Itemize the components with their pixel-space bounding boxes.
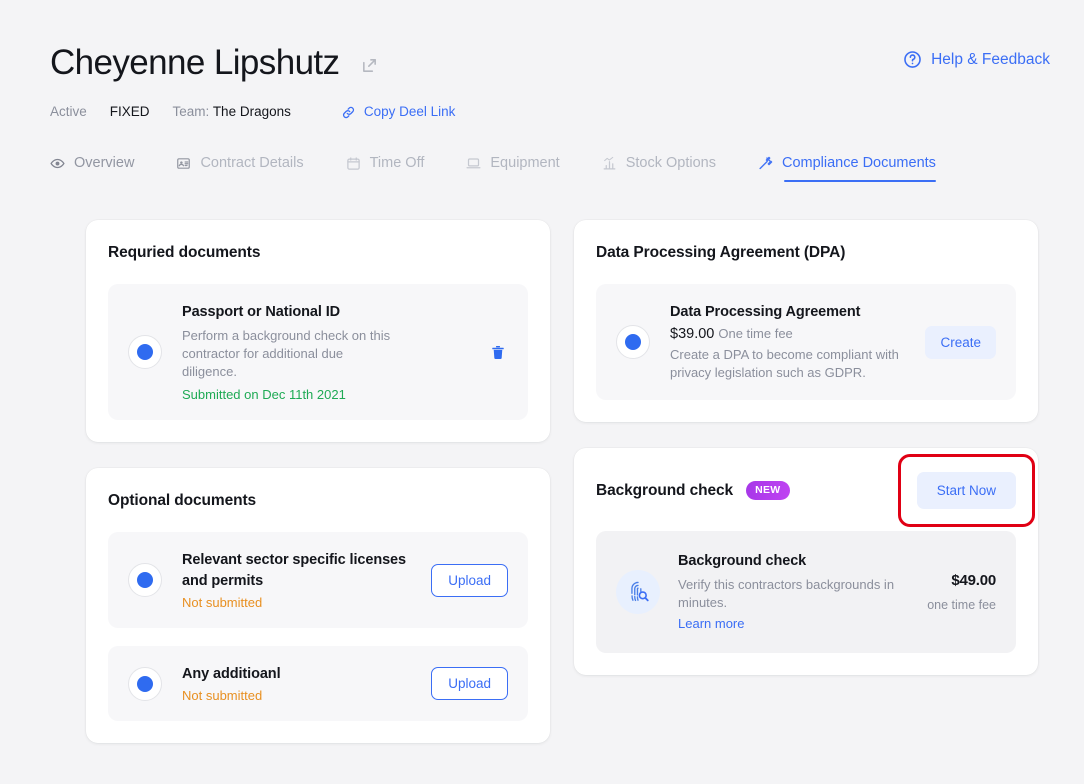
tab-equipment[interactable]: Equipment — [466, 155, 560, 182]
compliance-documents-page: Cheyenne Lipshutz Help & Feedback Active… — [0, 0, 1084, 784]
laptop-icon — [466, 156, 481, 171]
tab-stock-options-label: Stock Options — [625, 155, 716, 171]
contract-meta-row: Active FIXED Team: The Dragons Copy Deel… — [50, 104, 1050, 120]
background-check-header: Background check NEW Start Now — [596, 454, 1035, 527]
list-item: Any additioanl Not submitted Upload — [108, 646, 528, 721]
copy-deel-link-label: Copy Deel Link — [363, 104, 456, 119]
document-body: Relevant sector specific licenses and pe… — [182, 550, 411, 610]
copy-deel-link-button[interactable]: Copy Deel Link — [341, 104, 456, 120]
tab-stock-options[interactable]: Stock Options — [602, 155, 716, 182]
right-column: Data Processing Agreement (DPA) Data Pro… — [574, 220, 1038, 743]
new-badge: NEW — [746, 481, 790, 500]
dpa-card: Data Processing Agreement (DPA) Data Pro… — [574, 220, 1038, 422]
background-check-item-name: Background check — [678, 553, 807, 569]
calendar-icon — [346, 156, 361, 171]
dpa-title: Data Processing Agreement (DPA) — [596, 244, 846, 261]
list-item: Passport or National ID Perform a backgr… — [108, 284, 528, 420]
left-column: Requried documents Passport or National … — [86, 220, 550, 743]
document-radio[interactable] — [128, 563, 162, 597]
contract-type-label: FIXED — [109, 104, 150, 119]
link-icon — [341, 105, 356, 120]
document-radio[interactable] — [128, 666, 162, 701]
dpa-price-line: $39.00 One time fee — [670, 326, 905, 342]
tab-time-off[interactable]: Time Off — [346, 155, 425, 182]
tab-overview-label: Overview — [74, 155, 135, 171]
tab-equipment-label: Equipment — [490, 155, 560, 171]
tab-compliance-documents[interactable]: Compliance Documents — [758, 155, 936, 182]
document-radio[interactable] — [128, 335, 162, 369]
fingerprint-search-icon — [616, 570, 660, 614]
background-check-price-block: $49.00 one time fee — [927, 572, 996, 612]
gavel-icon — [758, 156, 773, 171]
team-name: The Dragons — [212, 104, 291, 119]
document-name: Passport or National ID — [182, 304, 341, 320]
edit-square-icon[interactable] — [361, 53, 378, 74]
content-grid: Requried documents Passport or National … — [86, 220, 1038, 743]
trash-icon — [490, 344, 506, 361]
dpa-name: Data Processing Agreement — [670, 304, 861, 320]
help-and-feedback-label: Help & Feedback — [931, 50, 1050, 68]
optional-documents-card: Optional documents Relevant sector speci… — [86, 468, 550, 743]
background-check-body: Background check Verify this contractors… — [678, 551, 909, 633]
dpa-description: Create a DPA to become compliant with pr… — [670, 347, 899, 380]
list-item: Data Processing Agreement $39.00 One time… — [596, 284, 1016, 400]
list-item: Relevant sector specific licenses and pe… — [108, 532, 528, 628]
eye-icon — [50, 156, 65, 171]
team-label: Team: The Dragons — [172, 104, 291, 119]
document-status: Submitted on Dec 11th 2021 — [182, 387, 346, 402]
document-description: Perform a background check on this contr… — [182, 328, 391, 379]
dpa-body: Data Processing Agreement $39.00 One time… — [670, 302, 905, 382]
document-status: Not submitted — [182, 595, 263, 610]
tab-overview[interactable]: Overview — [50, 155, 134, 182]
status-badge: Active — [50, 104, 87, 119]
background-check-price: $49.00 — [951, 572, 996, 589]
dpa-radio[interactable] — [616, 325, 650, 359]
id-card-icon — [176, 156, 191, 171]
question-circle-icon — [903, 50, 922, 69]
background-check-card: Background check NEW Start Now Backgroun… — [574, 448, 1038, 675]
optional-documents-title: Optional documents — [108, 492, 257, 509]
page-header: Cheyenne Lipshutz Help & Feedback Active… — [50, 42, 1050, 120]
required-documents-card: Requried documents Passport or National … — [86, 220, 550, 442]
background-check-description: Verify this contractors backgrounds in m… — [678, 577, 895, 610]
document-name: Any additioanl — [182, 666, 281, 682]
start-now-button[interactable]: Start Now — [916, 472, 1016, 509]
title-row: Cheyenne Lipshutz — [50, 42, 1050, 84]
tab-contract-details[interactable]: Contract Details — [176, 155, 304, 182]
document-body: Passport or National ID Perform a backgr… — [182, 302, 468, 402]
start-now-wrapper: Start Now — [897, 454, 1035, 527]
tab-bar: Overview Contract Details Time Off Equip… — [50, 155, 978, 182]
background-check-price-unit: one time fee — [927, 598, 996, 612]
page-title: Cheyenne Lipshutz — [50, 43, 340, 82]
dpa-price-unit: One time fee — [718, 326, 793, 341]
tab-compliance-documents-label: Compliance Documents — [781, 155, 936, 171]
document-body: Any additioanl Not submitted — [182, 664, 411, 703]
upload-button[interactable]: Upload — [431, 563, 508, 597]
list-item: Background check Verify this contractors… — [596, 531, 1016, 653]
document-name: Relevant sector specific licenses and pe… — [182, 552, 406, 589]
background-check-title: Background check — [596, 481, 734, 499]
learn-more-link[interactable]: Learn more — [678, 616, 744, 631]
required-documents-title: Requried documents — [108, 244, 261, 261]
dpa-price: $39.00 — [670, 326, 715, 342]
document-status: Not submitted — [182, 688, 263, 703]
bar-chart-icon — [602, 156, 617, 171]
tab-time-off-label: Time Off — [369, 155, 425, 171]
help-and-feedback-link[interactable]: Help & Feedback — [903, 50, 1050, 69]
upload-button[interactable]: Upload — [431, 667, 508, 700]
create-dpa-button[interactable]: Create — [925, 325, 996, 359]
tab-contract-details-label: Contract Details — [200, 155, 304, 171]
delete-document-button[interactable] — [488, 342, 508, 363]
